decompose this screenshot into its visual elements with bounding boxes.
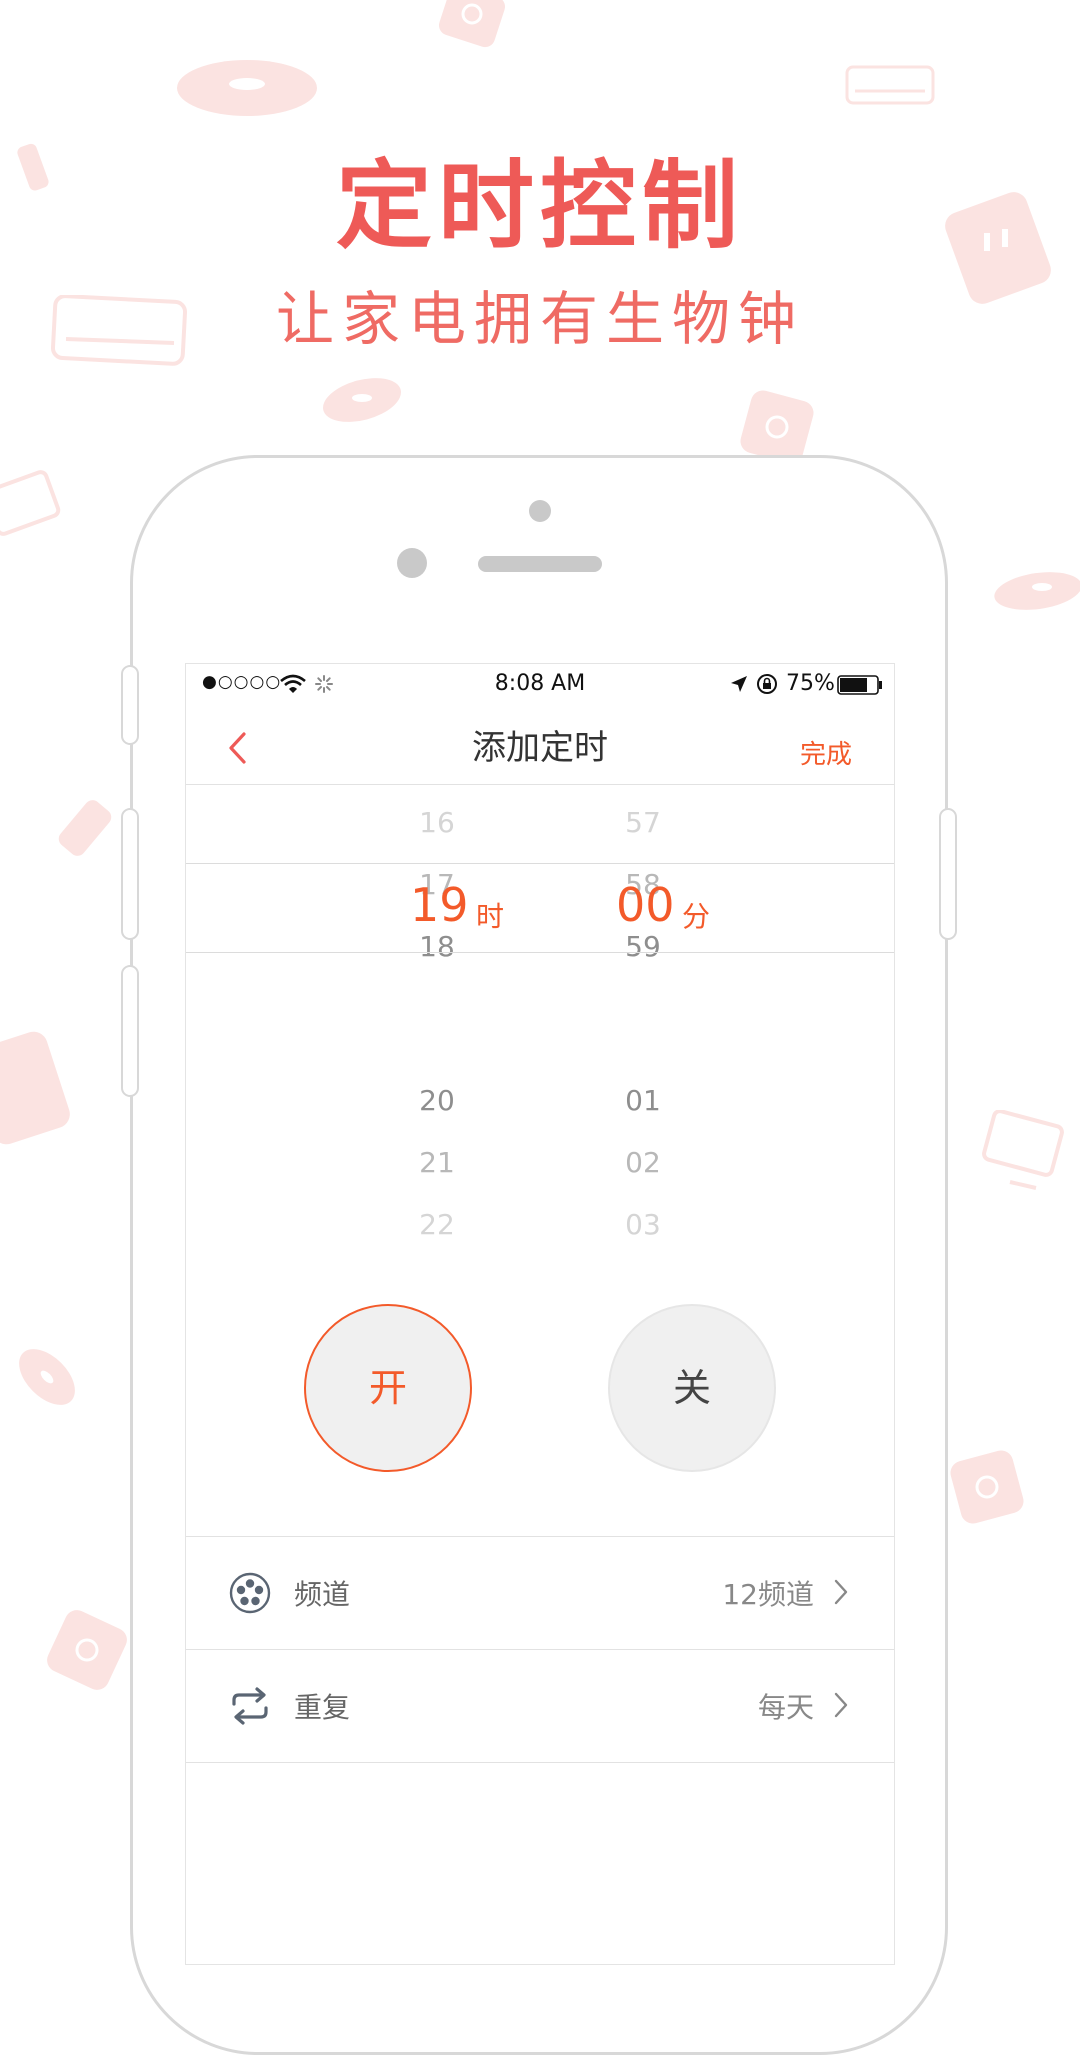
chevron-right-icon bbox=[834, 1579, 848, 1605]
minute-option[interactable]: 03 bbox=[603, 1208, 683, 1241]
power-on-button[interactable]: 开 bbox=[304, 1304, 472, 1472]
status-bar: ●○○○○ 8:08 AM 75% bbox=[186, 664, 894, 704]
decor-socket-icon bbox=[0, 1031, 70, 1145]
repeat-label: 重复 bbox=[294, 1691, 351, 1724]
phone-power-button bbox=[939, 808, 957, 940]
channel-reel-icon bbox=[229, 1572, 271, 1614]
rotation-lock-icon bbox=[757, 674, 777, 694]
decor-disc-icon bbox=[177, 60, 317, 116]
promo-subtitle: 让家电拥有生物钟 bbox=[275, 285, 804, 353]
decor-disc-icon bbox=[994, 572, 1080, 610]
time-picker[interactable]: 16 17 18 20 21 22 57 58 59 01 02 03 bbox=[186, 784, 894, 1254]
decor-bulb-icon bbox=[58, 800, 112, 856]
selected-hour[interactable]: 19 bbox=[410, 878, 469, 932]
promo-title: 定时控制 bbox=[336, 150, 744, 262]
picker-selection-band: 19 时 00 分 bbox=[186, 863, 894, 953]
phone-volume-down bbox=[121, 965, 139, 1097]
repeat-icon bbox=[232, 1687, 268, 1725]
decor-camera-icon bbox=[47, 1610, 127, 1690]
minute-unit-label: 分 bbox=[682, 900, 711, 933]
hour-unit-label: 时 bbox=[476, 900, 505, 933]
location-arrow-icon bbox=[731, 676, 747, 692]
phone-speaker bbox=[478, 556, 602, 572]
selected-minute[interactable]: 00 bbox=[616, 878, 675, 932]
decor-aircon-icon bbox=[845, 65, 935, 105]
decor-disc-icon bbox=[19, 1349, 75, 1405]
page-title: 添加定时 bbox=[472, 728, 608, 768]
hour-option[interactable]: 21 bbox=[397, 1146, 477, 1179]
channel-value: 12频道 bbox=[722, 1578, 814, 1611]
minute-option[interactable]: 01 bbox=[603, 1084, 683, 1117]
phone-sensor bbox=[529, 500, 551, 522]
channel-row[interactable]: 频道 12频道 bbox=[186, 1536, 894, 1649]
battery-icon bbox=[837, 675, 882, 695]
repeat-row[interactable]: 重复 每天 bbox=[186, 1649, 894, 1763]
decor-camera-icon bbox=[950, 1450, 1024, 1524]
app-screen: ●○○○○ 8:08 AM 75% 添加定时 完成 16 17 18 20 21… bbox=[185, 663, 895, 1965]
minute-option[interactable]: 57 bbox=[603, 806, 683, 839]
hour-option[interactable]: 20 bbox=[397, 1084, 477, 1117]
phone-volume-up bbox=[121, 808, 139, 940]
decor-disc-icon bbox=[323, 378, 401, 422]
nav-bar: 添加定时 完成 bbox=[186, 704, 894, 785]
channel-label: 频道 bbox=[294, 1578, 351, 1611]
battery-percent: 75% bbox=[786, 671, 835, 696]
decor-camera-icon bbox=[438, 0, 506, 48]
done-button[interactable]: 完成 bbox=[800, 734, 852, 771]
minute-option[interactable]: 02 bbox=[603, 1146, 683, 1179]
decor-monitor-icon bbox=[0, 470, 61, 536]
phone-camera bbox=[397, 548, 427, 578]
hour-option[interactable]: 22 bbox=[397, 1208, 477, 1241]
power-off-button[interactable]: 关 bbox=[608, 1304, 776, 1472]
hour-option[interactable]: 16 bbox=[397, 806, 477, 839]
phone-mute-switch bbox=[121, 665, 139, 745]
decor-monitor-icon bbox=[982, 1110, 1064, 1190]
chevron-right-icon bbox=[834, 1692, 848, 1718]
repeat-value: 每天 bbox=[757, 1691, 814, 1724]
